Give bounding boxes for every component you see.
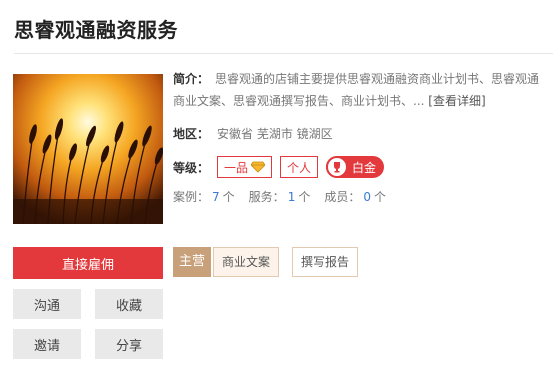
cases-label: 案例： (173, 190, 210, 204)
category-tag[interactable]: 商业文案 (213, 247, 280, 277)
services-value[interactable]: 1 (288, 190, 296, 204)
intro-label: 简介： (173, 72, 210, 86)
platinum-label: 白金 (352, 160, 377, 175)
shop-intro: 简介： 思睿观通的店铺主要提供思睿观通融资商业计划书、思睿观通商业文案、思睿观通撰… (173, 68, 551, 112)
category-tag[interactable]: 撰写报告 (292, 247, 359, 277)
favorite-button[interactable]: 收藏 (95, 289, 163, 319)
stats-row: 案例： 7 个 服务： 1 个 成员： 0 个 (173, 188, 400, 205)
level-tag-type: 个人 (280, 156, 319, 178)
chat-button[interactable]: 沟通 (13, 289, 81, 319)
region-row: 地区： 安徽省 芜湖市 镜湖区 (173, 125, 333, 142)
level-row: 等级： 一品 个人 白金 (173, 156, 385, 178)
services-label: 服务： (248, 190, 285, 204)
trophy-icon (326, 156, 349, 178)
services-unit: 个 (298, 190, 311, 204)
region-label: 地区： (173, 127, 210, 141)
members-unit: 个 (374, 190, 387, 204)
level-tag-rank-label: 一品 (224, 160, 249, 175)
share-button[interactable]: 分享 (95, 329, 163, 359)
level-tag-rank: 一品 (217, 156, 273, 178)
divider (14, 53, 553, 54)
cases-unit: 个 (222, 190, 235, 204)
members-label: 成员： (324, 190, 361, 204)
members-value[interactable]: 0 (363, 190, 371, 204)
region-value: 安徽省 芜湖市 镜湖区 (217, 127, 333, 141)
diamond-icon (251, 161, 266, 173)
shop-title: 思睿观通融资服务 (14, 18, 178, 42)
level-label: 等级： (173, 160, 210, 175)
cases-value[interactable]: 7 (212, 190, 220, 204)
main-business-label: 主营 (173, 247, 212, 277)
hire-button[interactable]: 直接雇佣 (13, 247, 163, 279)
platinum-badge: 白金 (326, 156, 385, 178)
shop-image[interactable] (13, 74, 163, 224)
invite-button[interactable]: 邀请 (13, 329, 81, 359)
intro-more-link[interactable]: [查看详细] (428, 94, 485, 108)
